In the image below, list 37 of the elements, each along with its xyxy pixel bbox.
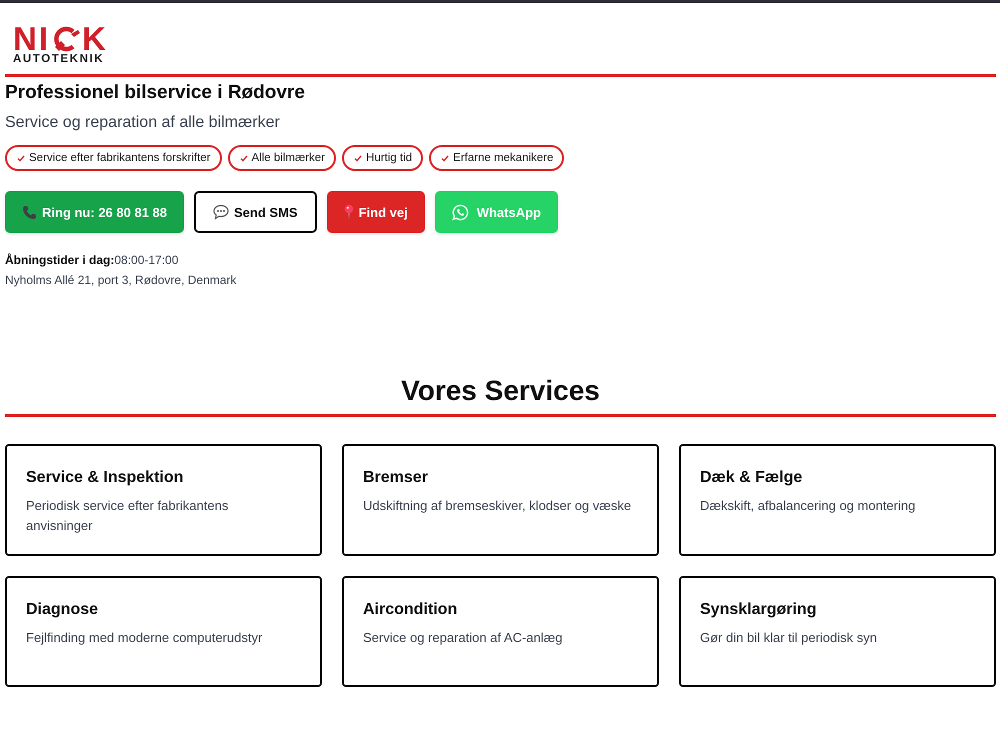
logo-letters: NI (13, 25, 50, 53)
section-heading: Vores Services (400, 374, 601, 408)
phone-icon (22, 204, 37, 220)
card-description: Service og reparation af AC-anlæg (363, 629, 564, 647)
logo-letters: K (82, 25, 108, 53)
card-title: Dæk & Fælge (700, 468, 804, 488)
card-description: Periodisk service efter fabrikantens anvisninger (26, 497, 230, 535)
speech-bubble-icon (213, 204, 229, 220)
directions-button[interactable]: Find vej (326, 191, 425, 233)
card-description: Udskiftning af bremseskiver, klodser og væske (363, 497, 632, 515)
sms-button[interactable]: Send SMS (194, 191, 317, 233)
badge-label: Erfarne mekanikere (453, 152, 554, 164)
call-button[interactable]: Ring nu: 26 80 81 88 (5, 191, 184, 233)
card-title: Aircondition (363, 600, 458, 620)
badge-label: Service efter fabrikantens forskrifter (29, 152, 211, 164)
card-description: Dækskift, afbalancering og montering (700, 497, 916, 515)
badge-label: Hurtig tid (366, 152, 412, 164)
hours-label: Åbningstider i dag: (5, 253, 114, 267)
check-icon (441, 154, 450, 162)
address-text: Nyholms Allé 21, port 3, Rødovre, Denmark (5, 273, 238, 287)
card-title: Synsklargøring (700, 600, 818, 620)
card-description: Gør din bil klar til periodisk syn (700, 629, 878, 647)
logo-tagline: AUTOTEKNIK (13, 53, 104, 66)
wrench-icon (51, 26, 81, 52)
pin-icon (344, 204, 354, 220)
card-description: Fejlfinding med moderne computerudstyr (26, 629, 264, 647)
card-title: Bremser (363, 468, 429, 488)
check-icon (354, 154, 362, 162)
check-icon (17, 154, 25, 162)
hours-value: 08:00-17:00 (114, 253, 178, 267)
badge-label: Alle bilmærker (252, 152, 326, 164)
page-subtitle: Service og reparation af alle bilmærker (5, 113, 281, 133)
check-icon (240, 154, 248, 162)
card-title: Diagnose (26, 600, 100, 620)
whatsapp-icon (452, 204, 469, 220)
page-title: Professionel bilservice i Rødovre (5, 81, 306, 105)
card-title: Service & Inspektion (26, 468, 184, 488)
